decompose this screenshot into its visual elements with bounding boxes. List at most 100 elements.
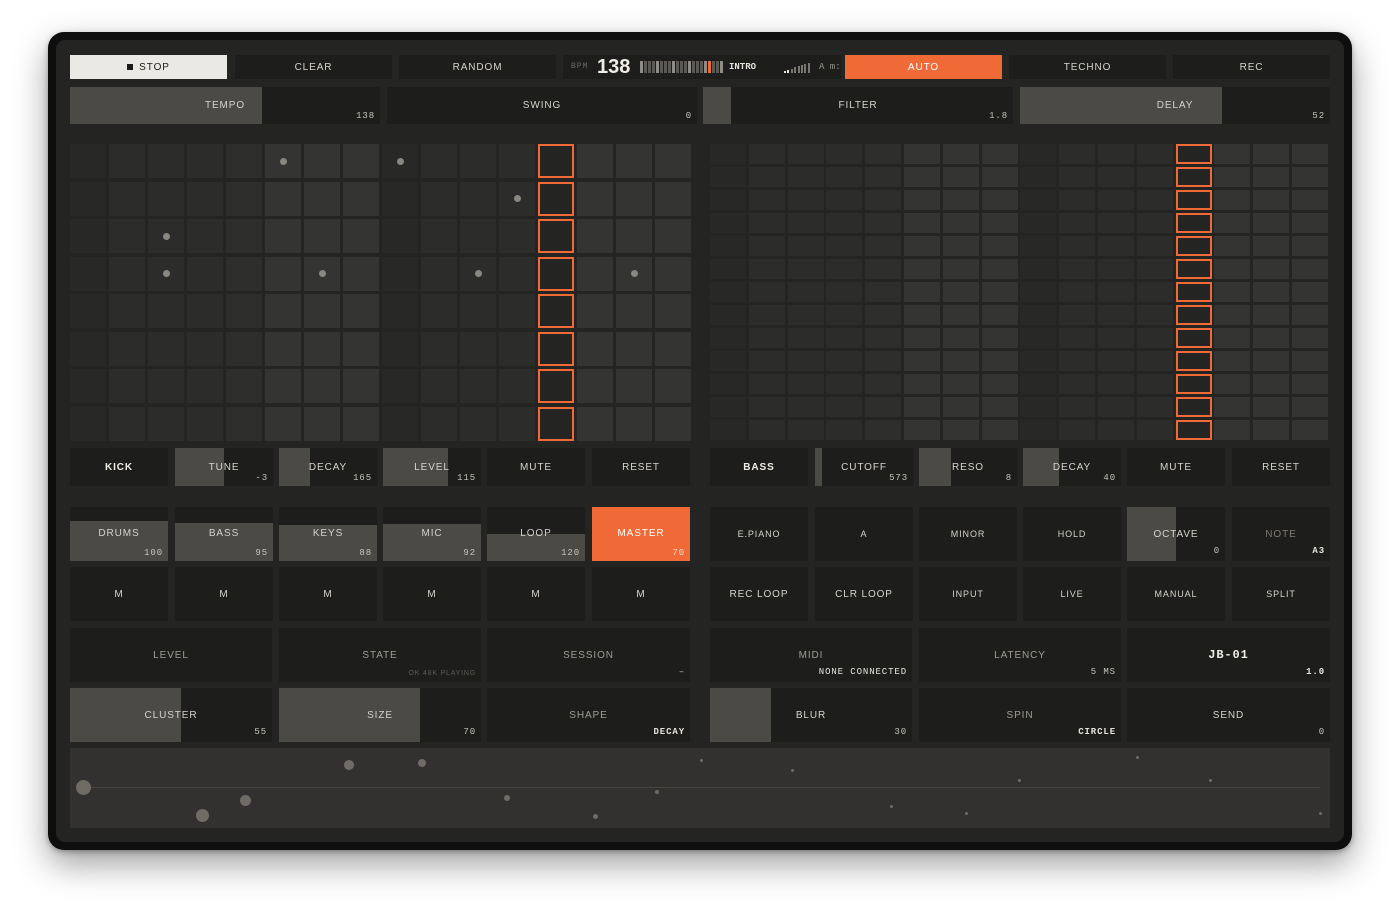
bass-step[interactable] bbox=[865, 305, 902, 325]
drum-step[interactable] bbox=[655, 294, 691, 328]
bass-step[interactable] bbox=[1253, 213, 1290, 233]
drum-step[interactable] bbox=[304, 144, 340, 178]
tempo-slider[interactable]: TEMPO 138 bbox=[70, 87, 380, 124]
bass-step[interactable] bbox=[942, 351, 979, 371]
drum-step[interactable] bbox=[109, 369, 145, 403]
bass-step[interactable] bbox=[1292, 351, 1328, 371]
bass-step[interactable] bbox=[1253, 167, 1290, 187]
drum-step[interactable] bbox=[616, 219, 652, 253]
keys-fader[interactable]: KEYS 88 bbox=[279, 507, 377, 561]
drum-reset-button[interactable]: RESET bbox=[592, 448, 690, 486]
drum-step[interactable] bbox=[70, 294, 106, 328]
bass-step[interactable] bbox=[1292, 259, 1328, 279]
drum-step[interactable] bbox=[343, 256, 379, 291]
bass-step[interactable] bbox=[942, 282, 979, 302]
bass-step[interactable] bbox=[826, 397, 863, 417]
drum-step[interactable] bbox=[304, 294, 340, 328]
bass-step[interactable] bbox=[1098, 236, 1134, 256]
bass-step[interactable] bbox=[1136, 236, 1173, 256]
bass-step[interactable] bbox=[1214, 420, 1251, 440]
bass-step[interactable] bbox=[865, 144, 902, 164]
bass-step[interactable] bbox=[710, 305, 746, 325]
bass-step[interactable] bbox=[1214, 328, 1251, 348]
drum-step[interactable] bbox=[538, 181, 574, 216]
drum-step[interactable] bbox=[70, 181, 106, 216]
bass-step[interactable] bbox=[1253, 328, 1290, 348]
bass-step[interactable] bbox=[710, 144, 746, 164]
drum-step[interactable] bbox=[538, 406, 574, 441]
bass-step[interactable] bbox=[942, 397, 979, 417]
bass-step[interactable] bbox=[787, 305, 824, 325]
bass-mute-toggle[interactable]: M bbox=[175, 567, 273, 621]
bass-step[interactable] bbox=[865, 213, 902, 233]
bass-reset-button[interactable]: RESET bbox=[1232, 448, 1330, 486]
bass-step[interactable] bbox=[981, 190, 1018, 210]
note-display[interactable]: NOTE A3 bbox=[1232, 507, 1330, 561]
bass-step[interactable] bbox=[981, 420, 1018, 440]
bass-step[interactable] bbox=[865, 282, 902, 302]
bass-step[interactable] bbox=[1214, 236, 1251, 256]
bass-step[interactable] bbox=[1059, 259, 1096, 279]
drum-step[interactable] bbox=[382, 294, 418, 328]
drum-step[interactable] bbox=[421, 369, 457, 403]
bass-mute-button[interactable]: MUTE bbox=[1127, 448, 1225, 486]
drum-step[interactable] bbox=[655, 331, 691, 366]
bass-step[interactable] bbox=[748, 282, 785, 302]
bass-step[interactable] bbox=[865, 236, 902, 256]
drum-step[interactable] bbox=[460, 331, 496, 366]
bass-step[interactable] bbox=[787, 236, 824, 256]
drum-step[interactable] bbox=[70, 144, 106, 178]
bass-step[interactable] bbox=[710, 420, 746, 440]
drum-step[interactable] bbox=[187, 331, 223, 366]
bass-step[interactable] bbox=[826, 236, 863, 256]
drum-step[interactable] bbox=[577, 144, 613, 178]
bass-step[interactable] bbox=[865, 351, 902, 371]
bass-step[interactable] bbox=[904, 259, 940, 279]
particle-visualizer[interactable] bbox=[70, 748, 1330, 828]
bass-step[interactable] bbox=[1292, 305, 1328, 325]
bass-step[interactable] bbox=[1136, 213, 1173, 233]
bass-step[interactable] bbox=[942, 213, 979, 233]
drum-step[interactable] bbox=[343, 331, 379, 366]
bass-step[interactable] bbox=[1059, 167, 1096, 187]
bass-step[interactable] bbox=[1136, 351, 1173, 371]
bass-step[interactable] bbox=[1020, 351, 1057, 371]
bass-step[interactable] bbox=[1175, 374, 1212, 394]
drum-step[interactable] bbox=[343, 219, 379, 253]
bass-step[interactable] bbox=[981, 328, 1018, 348]
bass-step[interactable] bbox=[748, 351, 785, 371]
bass-step[interactable] bbox=[865, 328, 902, 348]
bass-step[interactable] bbox=[904, 328, 940, 348]
bass-step[interactable] bbox=[1098, 282, 1134, 302]
split-button[interactable]: SPLIT bbox=[1232, 567, 1330, 621]
drum-step[interactable] bbox=[382, 406, 418, 441]
drum-step[interactable] bbox=[577, 369, 613, 403]
send-slider[interactable]: SEND 0 bbox=[1127, 688, 1330, 742]
bass-step[interactable] bbox=[826, 190, 863, 210]
bass-step[interactable] bbox=[1175, 144, 1212, 164]
drum-step[interactable] bbox=[460, 369, 496, 403]
bass-step[interactable] bbox=[1175, 213, 1212, 233]
bass-step[interactable] bbox=[904, 282, 940, 302]
drum-step[interactable] bbox=[187, 406, 223, 441]
bass-step[interactable] bbox=[1020, 397, 1057, 417]
bass-select-button[interactable]: BASS bbox=[710, 448, 808, 486]
bass-step[interactable] bbox=[1098, 374, 1134, 394]
bass-step[interactable] bbox=[787, 397, 824, 417]
bass-step[interactable] bbox=[1214, 213, 1251, 233]
bass-cutoff-slider[interactable]: CUTOFF 573 bbox=[815, 448, 913, 486]
bass-step[interactable] bbox=[710, 328, 746, 348]
bass-step[interactable] bbox=[1214, 374, 1251, 394]
bass-step[interactable] bbox=[748, 397, 785, 417]
drum-step[interactable] bbox=[499, 294, 535, 328]
bass-step[interactable] bbox=[748, 305, 785, 325]
bass-step[interactable] bbox=[1098, 397, 1134, 417]
bass-step[interactable] bbox=[865, 374, 902, 394]
mic-fader[interactable]: MIC 92 bbox=[383, 507, 481, 561]
drum-step[interactable] bbox=[226, 181, 262, 216]
bass-step[interactable] bbox=[904, 213, 940, 233]
bass-step[interactable] bbox=[981, 259, 1018, 279]
bass-step[interactable] bbox=[1136, 144, 1173, 164]
bass-step[interactable] bbox=[865, 259, 902, 279]
bass-step[interactable] bbox=[904, 236, 940, 256]
